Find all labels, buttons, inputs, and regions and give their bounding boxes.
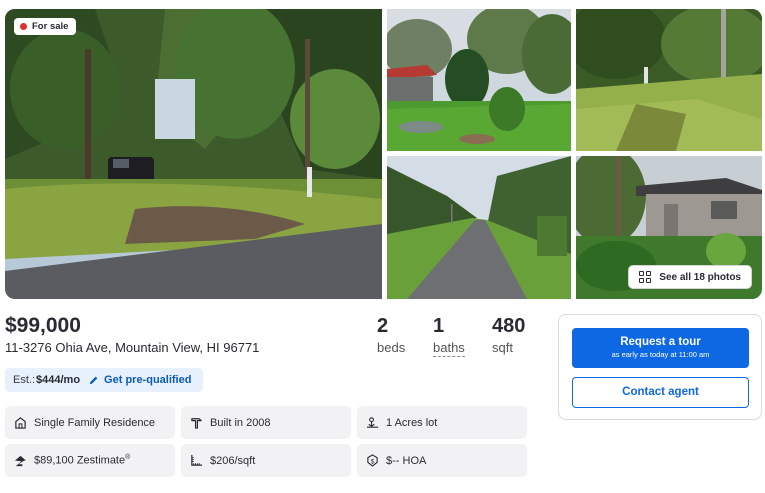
listing-address: 11-3276 Ohia Ave, Mountain View, HI 9677… [5,340,260,355]
fact-lot-size-text: 1 Acres lot [386,416,438,429]
request-tour-sublabel: as early as today at 11:00 am [611,350,710,359]
fact-year-built: Built in 2008 [181,406,351,439]
beds-value: 2 [377,315,389,337]
hammer-icon [191,418,202,429]
lot-icon [366,417,379,428]
gallery-photo-2[interactable] [387,9,571,151]
request-tour-label: Request a tour [620,336,701,348]
gallery-photo-4[interactable] [387,156,571,299]
gallery-photo-5[interactable]: See all 18 photos [576,156,762,299]
fact-year-built-text: Built in 2008 [210,416,271,429]
svg-text:$: $ [371,458,375,465]
estimate-prefix: Est.: [13,374,36,386]
sqft-value: 480 [492,315,526,337]
ruler-icon [191,454,203,466]
registered-mark: ® [125,454,131,462]
estimate-monthly[interactable]: $444/mo [36,374,80,386]
baths-stat[interactable]: 1 baths [433,315,465,357]
photo-gallery: For sale See all 18 photos [5,9,762,299]
request-tour-button[interactable]: Request a tour as early as today at 11:0… [572,328,749,368]
sqft-stat: 480 sqft [492,315,525,355]
gallery-photo-3[interactable] [576,9,762,151]
fact-hoa-text: $-- HOA [386,454,427,467]
sqft-label: sqft [492,340,513,355]
zestimate-value: $89,100 Zestimate [34,454,126,467]
listing-price: $99,000 [5,314,81,337]
status-dot-icon [20,23,27,30]
main-photo[interactable]: For sale [5,9,382,299]
status-badge-label: For sale [32,21,69,32]
status-badge: For sale [14,18,77,35]
contact-card: Request a tour as early as today at 11:0… [558,314,762,420]
house-icon [15,417,26,429]
fact-lot-size: 1 Acres lot [357,406,527,439]
fact-zestimate-text[interactable]: $89,100 Zestimate® [34,454,130,467]
beds-label: beds [377,340,406,355]
hoa-icon: $ [367,454,378,467]
payment-estimate[interactable]: Est.: $444/mo Get pre-qualified [5,368,203,392]
contact-agent-button[interactable]: Contact agent [572,377,749,408]
beds-stat: 2 beds [377,315,405,355]
pencil-icon [89,376,98,384]
fact-price-per-sqft: $206/sqft [181,444,351,477]
see-all-photos-label: See all 18 photos [659,271,741,283]
get-prequalified-link[interactable]: Get pre-qualified [104,374,191,386]
fact-zestimate[interactable]: $89,100 Zestimate® [5,444,175,477]
fact-price-per-sqft-text: $206/sqft [210,454,256,467]
baths-label[interactable]: baths [433,340,465,357]
grid-icon [639,271,652,283]
zestimate-icon [14,455,27,467]
fact-hoa: $ $-- HOA [357,444,527,477]
fact-home-type-text: Single Family Residence [34,416,156,429]
baths-value: 1 [433,315,445,337]
fact-home-type: Single Family Residence [5,406,175,439]
see-all-photos-button[interactable]: See all 18 photos [628,265,752,289]
